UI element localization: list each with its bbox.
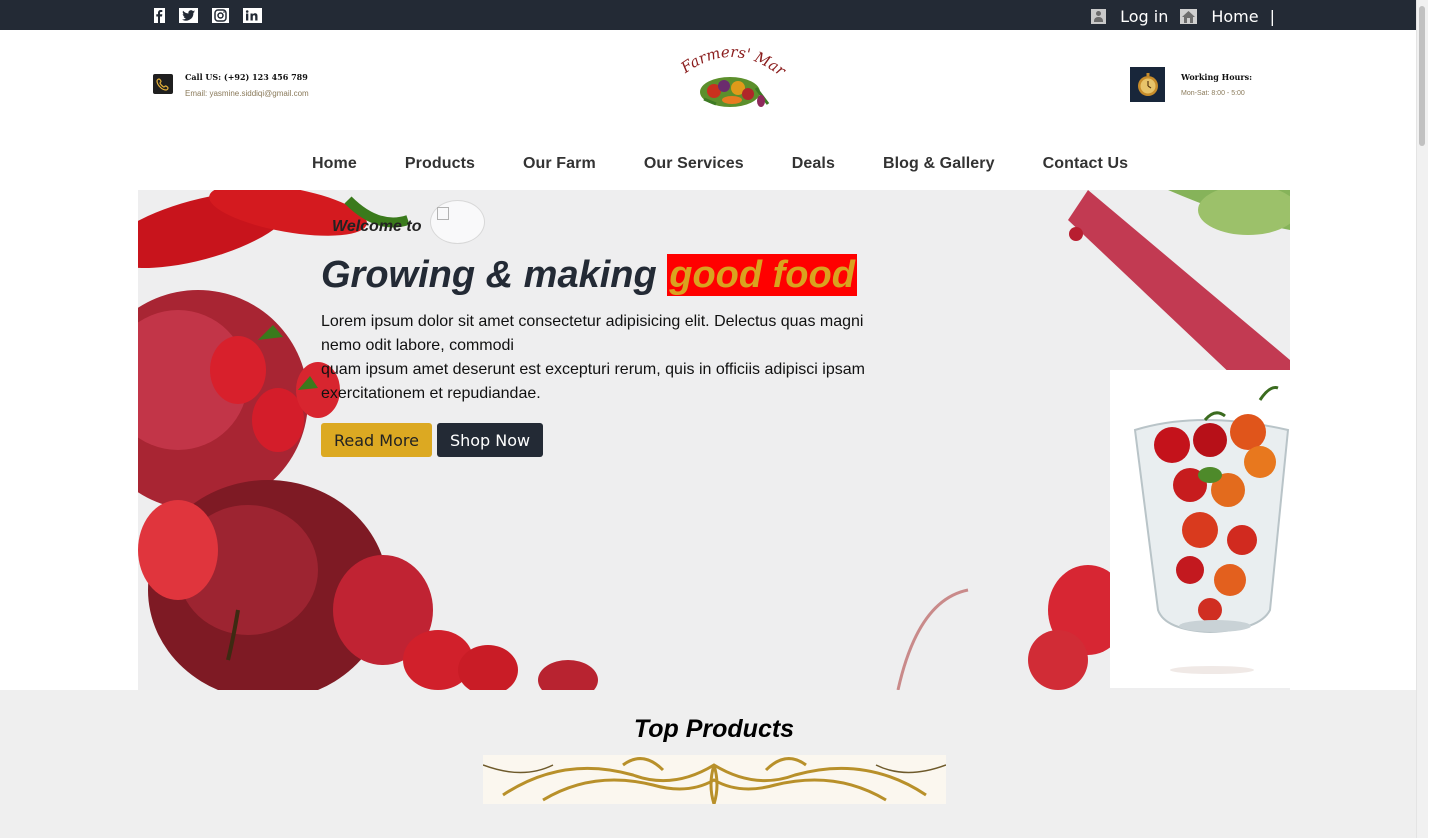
home-link[interactable]: Home xyxy=(1211,7,1258,26)
nav-item-home[interactable]: Home xyxy=(312,155,357,173)
nav-item-products[interactable]: Products xyxy=(405,155,475,173)
home-icon xyxy=(1180,9,1198,24)
headline-highlight: good food xyxy=(667,254,857,296)
hero-lead-line-1: Lorem ipsum dolor sit amet consectetur a… xyxy=(321,313,864,354)
broken-image-icon xyxy=(430,200,485,244)
social-links xyxy=(152,8,262,23)
scrollbar-thumb[interactable] xyxy=(1419,6,1425,146)
separator: | xyxy=(1269,7,1275,26)
twitter-icon[interactable] xyxy=(179,8,198,23)
top-bar: Log in Home | xyxy=(0,0,1428,30)
account-links: Log in Home | xyxy=(1091,7,1275,26)
ornament-divider-image xyxy=(483,755,946,804)
linkedin-icon[interactable] xyxy=(243,8,262,23)
hero-banner: Welcome to Growing & making good food Lo… xyxy=(138,190,1290,690)
cherry-tomato-glass-image xyxy=(1110,370,1290,688)
nav-item-our-farm[interactable]: Our Farm xyxy=(523,155,596,173)
hero-headline: Growing & making good food xyxy=(321,254,857,297)
hero-buttons: Read More Shop Now xyxy=(321,423,544,457)
welcome-text: Welcome to xyxy=(332,218,422,235)
svg-text:Farmers' Market: Farmers' Market xyxy=(676,44,786,80)
page: Log in Home | Call US: (+92) 123 456 789… xyxy=(0,0,1428,838)
read-more-button[interactable]: Read More xyxy=(321,423,432,457)
shop-now-button[interactable]: Shop Now xyxy=(436,423,544,457)
user-icon xyxy=(1091,9,1107,24)
hours-title: Working Hours: xyxy=(1181,72,1253,82)
facebook-icon[interactable] xyxy=(152,8,166,23)
nav-item-deals[interactable]: Deals xyxy=(792,155,835,173)
farmers-market-logo[interactable]: Farmers' Market xyxy=(671,30,790,112)
hero-lead-line-2: quam ipsum amet deserunt est excepturi r… xyxy=(321,361,865,402)
headline-main: Growing & making xyxy=(321,254,668,296)
nav-item-contact-us[interactable]: Contact Us xyxy=(1043,155,1128,173)
instagram-icon[interactable] xyxy=(211,8,230,23)
login-link[interactable]: Log in xyxy=(1120,7,1168,26)
contact-info: Call US: (+92) 123 456 789 Email: yasmin… xyxy=(153,72,309,98)
top-products-title: Top Products xyxy=(633,715,795,743)
main-nav: Home Products Our Farm Our Services Deal… xyxy=(312,155,1128,173)
hours-value: Mon-Sat: 8:00 - 5:00 xyxy=(1181,90,1245,97)
vertical-scrollbar[interactable] xyxy=(1416,0,1428,838)
working-hours: Working Hours: Mon-Sat: 8:00 - 5:00 xyxy=(1130,67,1252,102)
phone-icon xyxy=(153,74,173,94)
clock-icon xyxy=(1130,67,1165,102)
nav-item-blog-gallery[interactable]: Blog & Gallery xyxy=(883,155,995,173)
top-products-section: Top Products xyxy=(0,690,1428,838)
nav-item-our-services[interactable]: Our Services xyxy=(644,155,744,173)
email-text: Email: yasmine.siddiqi@gmail.com xyxy=(185,89,309,98)
hero-lead: Lorem ipsum dolor sit amet consectetur a… xyxy=(321,310,881,406)
call-us-text: Call US: (+92) 123 456 789 xyxy=(185,72,308,82)
